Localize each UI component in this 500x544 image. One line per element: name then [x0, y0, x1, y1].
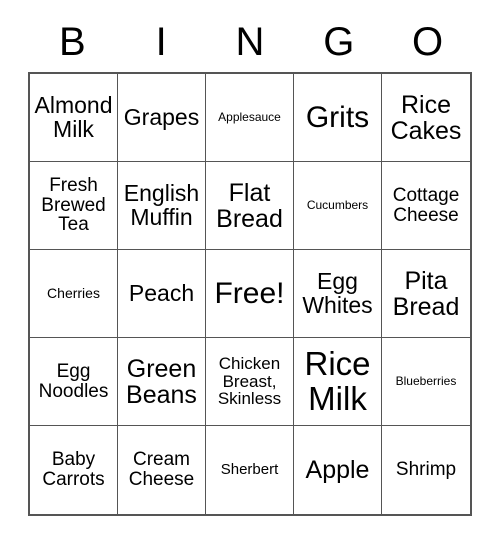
bingo-cell-label: Rice Cakes	[390, 90, 462, 145]
bingo-cell-o3[interactable]: Pita Bread	[382, 250, 470, 338]
bingo-cell-g4[interactable]: Rice Milk	[294, 338, 382, 426]
bingo-cell-label: Green Beans	[126, 354, 197, 409]
bingo-cell-b3[interactable]: Cherries	[30, 250, 118, 338]
bingo-cell-label: Egg Noodles	[38, 360, 109, 402]
bingo-cell-label: Grapes	[123, 103, 200, 130]
bingo-cell-label: Egg Whites	[302, 267, 373, 318]
bingo-cell-label: Free!	[214, 276, 285, 310]
bingo-cell-b2[interactable]: Fresh Brewed Tea	[30, 162, 118, 250]
bingo-cell-i1[interactable]: Grapes	[118, 74, 206, 162]
bingo-cell-b4[interactable]: Egg Noodles	[30, 338, 118, 426]
bingo-cell-b5[interactable]: Baby Carrots	[30, 426, 118, 514]
bingo-cell-label: Grits	[305, 100, 370, 134]
bingo-cell-n2[interactable]: Flat Bread	[206, 162, 294, 250]
bingo-cell-label: Cream Cheese	[128, 449, 195, 490]
header-letter-n: N	[235, 20, 265, 64]
bingo-cell-label: Blueberries	[395, 374, 457, 389]
bingo-cell-o5[interactable]: Shrimp	[382, 426, 470, 514]
bingo-cell-label: Apple	[305, 456, 370, 484]
bingo-cell-label: Cottage Cheese	[392, 184, 460, 226]
bingo-cell-label: Cherries	[47, 285, 100, 302]
bingo-cell-g5[interactable]: Apple	[294, 426, 382, 514]
bingo-cell-label: Almond Milk	[34, 91, 113, 142]
bingo-cell-i2[interactable]: English Muffin	[118, 162, 206, 250]
bingo-cell-label: Cucumbers	[306, 198, 369, 213]
bingo-cell-label: Fresh Brewed Tea	[41, 174, 106, 236]
header-letter-b: B	[59, 20, 86, 64]
bingo-cell-label: Pita Bread	[392, 266, 460, 321]
bingo-cell-i3[interactable]: Peach	[118, 250, 206, 338]
bingo-cell-o1[interactable]: Rice Cakes	[382, 74, 470, 162]
bingo-cell-n5[interactable]: Sherbert	[206, 426, 294, 514]
bingo-cell-b1[interactable]: Almond Milk	[30, 74, 118, 162]
bingo-cell-g2[interactable]: Cucumbers	[294, 162, 382, 250]
header-letter-g: G	[323, 20, 355, 64]
bingo-cell-i5[interactable]: Cream Cheese	[118, 426, 206, 514]
bingo-cell-label: Applesauce	[218, 110, 281, 125]
bingo-cell-label: Baby Carrots	[42, 449, 105, 490]
bingo-cell-free[interactable]: Free!	[206, 250, 294, 338]
bingo-grid: Almond Milk Grapes Applesauce Grits Rice…	[28, 72, 472, 516]
header-letter-i: I	[155, 20, 167, 64]
bingo-cell-i4[interactable]: Green Beans	[118, 338, 206, 426]
bingo-cell-n4[interactable]: Chicken Breast, Skinless	[206, 338, 294, 426]
bingo-cell-label: Peach	[128, 279, 195, 306]
bingo-header: B I N G O	[28, 16, 472, 68]
bingo-cell-label: Rice Milk	[304, 345, 371, 417]
bingo-cell-label: Sherbert	[220, 461, 279, 479]
bingo-cell-label: Flat Bread	[216, 178, 283, 233]
bingo-cell-label: Chicken Breast, Skinless	[217, 353, 282, 409]
header-letter-o: O	[412, 20, 444, 64]
bingo-cell-g3[interactable]: Egg Whites	[294, 250, 382, 338]
bingo-cell-o2[interactable]: Cottage Cheese	[382, 162, 470, 250]
bingo-cell-n1[interactable]: Applesauce	[206, 74, 294, 162]
bingo-cell-o4[interactable]: Blueberries	[382, 338, 470, 426]
bingo-card: B I N G O Almond Milk Grapes Applesauce …	[0, 0, 500, 544]
bingo-cell-label: Shrimp	[395, 459, 457, 481]
bingo-cell-label: English Muffin	[123, 179, 200, 230]
bingo-cell-g1[interactable]: Grits	[294, 74, 382, 162]
